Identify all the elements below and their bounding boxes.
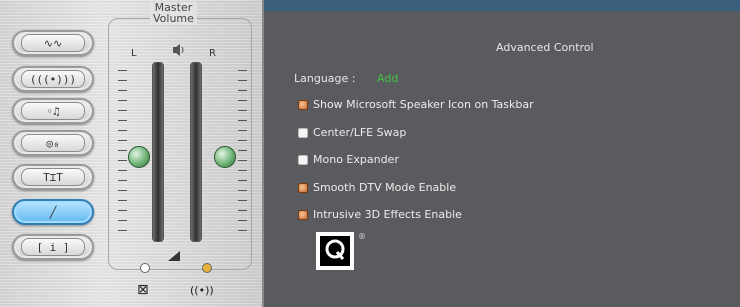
option-row[interactable]: Show Microsoft Speaker Icon on Taskbar (298, 98, 534, 111)
option-label: Intrusive 3D Effects Enable (313, 208, 462, 221)
volume-tick (238, 140, 247, 141)
volume-tick (118, 220, 127, 221)
mode-button-line[interactable]: ╱ (12, 199, 94, 225)
option-checkbox[interactable] (298, 99, 308, 110)
master-volume-title: Master Volume (150, 2, 197, 24)
volume-tick (118, 120, 127, 121)
option-label: Show Microsoft Speaker Icon on Taskbar (313, 98, 534, 111)
volume-tick (238, 130, 247, 131)
volume-tick (238, 200, 247, 201)
mode-button-phone[interactable]: T⌶T (12, 164, 94, 190)
option-checkbox[interactable] (298, 127, 308, 138)
volume-tick (118, 80, 127, 81)
mute-icon[interactable]: ⊠ (137, 282, 149, 298)
left-volume-knob[interactable] (128, 146, 150, 168)
volume-tick (238, 70, 247, 71)
right-volume-knob[interactable] (214, 146, 236, 168)
registered-mark: ® (358, 232, 366, 241)
advanced-control-title: Advanced Control (496, 41, 594, 54)
surround-icon[interactable]: ((•)) (190, 284, 214, 297)
volume-ramp-icon (168, 246, 180, 261)
mixer-panel: ∿∿ (((•))) ◦♫ ◎₀ T⌶T ╱ [ i ] Master Volume L R… (0, 0, 262, 307)
q-logo (316, 232, 354, 270)
info-icon: [ i ] (21, 238, 85, 256)
language-label: Language : (294, 72, 356, 85)
line-icon: ╱ (49, 205, 57, 219)
surround-radio[interactable] (202, 263, 212, 273)
ear-icon: (((•))) (21, 70, 85, 88)
volume-tick (238, 150, 247, 151)
option-label: Smooth DTV Mode Enable (313, 181, 457, 194)
language-value[interactable]: Add (377, 72, 398, 85)
left-channel-label: L (131, 48, 137, 59)
mode-button-microphone[interactable]: ◎₀ (12, 130, 94, 156)
mode-button-ear[interactable]: (((•))) (12, 66, 94, 92)
volume-tick (118, 130, 127, 131)
phone-icon: T⌶T (21, 168, 85, 186)
option-checkbox[interactable] (298, 154, 308, 165)
right-volume-track[interactable] (190, 62, 202, 242)
volume-tick (118, 110, 127, 111)
option-checkbox[interactable] (298, 209, 308, 220)
volume-tick (118, 190, 127, 191)
mute-radio[interactable] (140, 263, 150, 273)
option-row[interactable]: Intrusive 3D Effects Enable (298, 208, 462, 221)
speaker-icon (172, 42, 186, 56)
volume-tick (118, 200, 127, 201)
option-checkbox[interactable] (298, 182, 308, 193)
volume-tick (238, 190, 247, 191)
volume-tick (238, 220, 247, 221)
mode-button-waveform[interactable]: ∿∿ (12, 30, 94, 56)
microphone-icon: ◎₀ (21, 134, 85, 152)
volume-tick (238, 120, 247, 121)
q-logo-mark (320, 236, 350, 266)
volume-tick (118, 230, 127, 231)
volume-tick (118, 90, 127, 91)
volume-tick (238, 180, 247, 181)
volume-tick (118, 160, 127, 161)
volume-tick (118, 180, 127, 181)
right-channel-label: R (209, 48, 216, 59)
volume-tick (238, 100, 247, 101)
volume-tick (238, 210, 247, 211)
mode-button-info[interactable]: [ i ] (12, 234, 94, 260)
equalizer-icon: ◦♫ (21, 102, 85, 120)
volume-tick (118, 210, 127, 211)
volume-tick (118, 100, 127, 101)
option-label: Center/LFE Swap (313, 126, 407, 139)
option-label: Mono Expander (313, 153, 399, 166)
option-row[interactable]: Mono Expander (298, 153, 399, 166)
volume-tick (238, 90, 247, 91)
option-row[interactable]: Smooth DTV Mode Enable (298, 181, 456, 194)
panel-top-strip (264, 0, 740, 11)
volume-tick (238, 170, 247, 171)
volume-tick (118, 140, 127, 141)
volume-tick (118, 150, 127, 151)
volume-tick (238, 110, 247, 111)
volume-tick (238, 230, 247, 231)
left-volume-track[interactable] (152, 62, 164, 242)
volume-tick (118, 70, 127, 71)
volume-tick (238, 80, 247, 81)
volume-tick (238, 160, 247, 161)
language-row: Language : Add (294, 72, 398, 85)
volume-tick (118, 170, 127, 171)
waveform-icon: ∿∿ (21, 34, 85, 52)
mode-button-equalizer[interactable]: ◦♫ (12, 98, 94, 124)
advanced-control-panel: Advanced Control Language : Add Show Mic… (262, 0, 740, 307)
option-row[interactable]: Center/LFE Swap (298, 126, 406, 139)
